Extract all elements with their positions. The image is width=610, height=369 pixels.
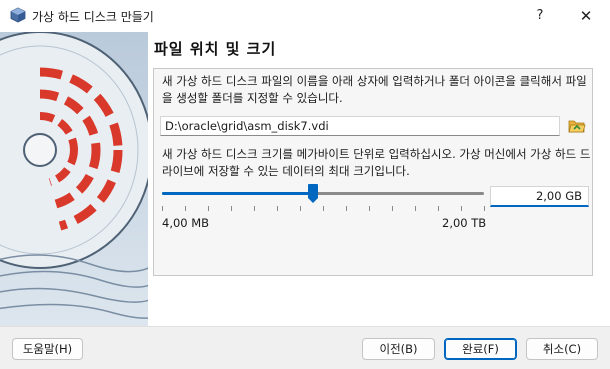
button-bar: 도움말(H) 이전(B) 완료(F) 취소(C): [0, 326, 610, 369]
close-icon[interactable]: ✕: [566, 3, 606, 29]
location-description: 새 가상 하드 디스크 파일의 이름을 아래 상자에 입력하거나 폴더 아이콘을…: [162, 74, 587, 105]
slider-tick: [415, 206, 416, 211]
slider-tick: [392, 206, 393, 211]
slider-tick: [208, 206, 209, 211]
size-description: 새 가상 하드 디스크 크기를 메가바이트 단위로 입력하십시오. 가상 머신에…: [162, 147, 591, 178]
folder-open-icon[interactable]: [568, 117, 586, 135]
slider-tick: [254, 206, 255, 211]
wizard-page: 파일 위치 및 크기 새 가상 하드 디스크 파일의 이름을 아래 상자에 입력…: [148, 32, 610, 326]
hard-disk-illustration: [0, 32, 148, 326]
file-path-input[interactable]: [160, 116, 560, 136]
slider-tick: [162, 206, 163, 211]
slider-tick: [461, 206, 462, 211]
size-slider-thumb[interactable]: [308, 184, 319, 204]
slider-max-label: 2,00 TB: [442, 216, 487, 230]
cancel-button[interactable]: 취소(C): [526, 338, 598, 360]
title-bar: 가상 하드 디스크 만들기 ? ✕: [0, 0, 610, 32]
slider-tick: [277, 206, 278, 211]
slider-tick: [300, 206, 301, 211]
help-icon[interactable]: ?: [530, 5, 550, 27]
page-title: 파일 위치 및 크기: [154, 40, 277, 58]
slider-min-label: 4,00 MB: [162, 216, 210, 230]
slider-tick: [231, 206, 232, 211]
size-slider-ticks: [162, 206, 485, 212]
slider-tick: [346, 206, 347, 211]
help-button[interactable]: 도움말(H): [12, 338, 83, 360]
slider-tick: [323, 206, 324, 211]
size-slider-fill: [162, 192, 314, 195]
wizard-side-image: [0, 32, 148, 326]
slider-tick: [185, 206, 186, 211]
finish-button[interactable]: 완료(F): [444, 338, 517, 360]
window-title: 가상 하드 디스크 만들기: [32, 10, 154, 24]
slider-tick: [484, 206, 485, 211]
virtualbox-icon: [10, 7, 26, 23]
slider-tick: [438, 206, 439, 211]
back-button[interactable]: 이전(B): [362, 338, 435, 360]
disk-size-input[interactable]: [490, 186, 589, 207]
slider-tick: [369, 206, 370, 211]
